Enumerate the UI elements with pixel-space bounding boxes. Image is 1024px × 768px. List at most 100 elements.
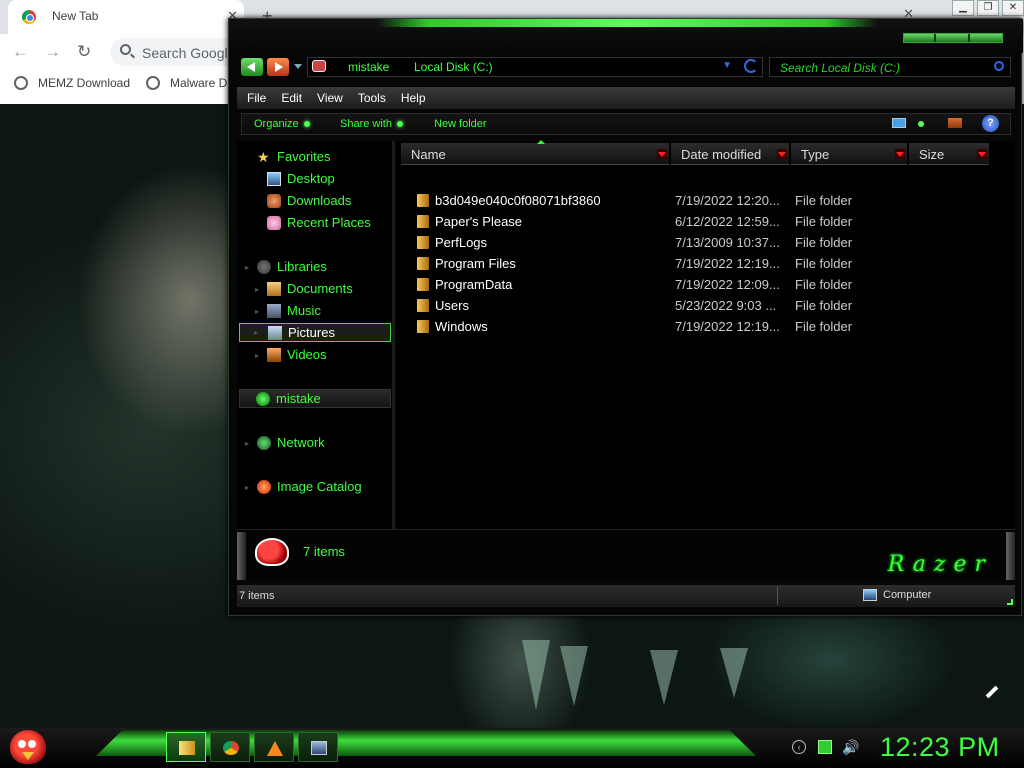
chrome-icon xyxy=(223,741,239,755)
dropdown-dot-icon xyxy=(303,121,310,127)
minimize-button[interactable]: ▁ xyxy=(952,0,974,16)
expand-icon[interactable]: ▸ xyxy=(254,328,258,337)
nav-recent-places[interactable]: Recent Places xyxy=(267,215,371,230)
address-bar[interactable]: mistake Local Disk (C:) ▼ xyxy=(307,57,763,77)
computer-icon xyxy=(863,589,877,601)
view-dropdown-icon[interactable] xyxy=(918,121,924,127)
help-icon[interactable]: ? xyxy=(982,115,999,132)
file-type: File folder xyxy=(795,214,853,229)
column-header-type[interactable]: Type xyxy=(791,143,907,165)
nav-downloads[interactable]: Downloads xyxy=(267,193,351,208)
expand-icon[interactable]: ▸ xyxy=(245,263,249,272)
details-right-border xyxy=(1006,532,1015,580)
close-button[interactable]: ✕ xyxy=(1002,0,1024,16)
status-separator xyxy=(777,587,778,605)
file-type: File folder xyxy=(795,298,853,313)
network-tray-icon[interactable] xyxy=(818,740,832,754)
file-row[interactable]: Program Files 7/19/2022 12:19... File fo… xyxy=(409,254,1009,274)
expand-icon[interactable]: ▸ xyxy=(255,307,259,316)
preview-pane-icon[interactable] xyxy=(948,118,962,128)
taskbar-explorer-button[interactable] xyxy=(166,732,206,762)
file-row[interactable]: ProgramData 7/19/2022 12:09... File fold… xyxy=(409,275,1009,295)
show-hidden-icons-icon[interactable]: ‹ xyxy=(792,740,806,754)
breadcrumb-local-disk[interactable]: Local Disk (C:) xyxy=(414,60,493,74)
titlebar-glow xyxy=(377,19,877,27)
nav-network[interactable]: ▸ Network xyxy=(245,435,325,450)
share-with-button[interactable]: Share with xyxy=(340,118,403,130)
bookmark-label: MEMZ Download xyxy=(38,76,131,90)
expand-icon[interactable]: ▸ xyxy=(255,285,259,294)
file-row[interactable]: Windows 7/19/2022 12:19... File folder xyxy=(409,317,1009,337)
file-row[interactable]: Users 5/23/2022 9:03 ... File folder xyxy=(409,296,1009,316)
bookmark-memz[interactable]: MEMZ Download xyxy=(14,76,130,90)
address-dropdown-icon[interactable]: ▼ xyxy=(722,60,732,71)
omnibox[interactable]: Search Google xyxy=(110,38,240,66)
search-input[interactable]: Search Local Disk (C:) xyxy=(769,57,1011,77)
menu-tools[interactable]: Tools xyxy=(358,91,386,105)
menu-file[interactable]: File xyxy=(247,91,266,105)
browser-tab-new-tab[interactable]: New Tab ✕ xyxy=(8,0,244,34)
status-location: Computer xyxy=(863,589,931,601)
column-header-date[interactable]: Date modified xyxy=(671,143,789,165)
nav-image-catalog[interactable]: ▸ Image Catalog xyxy=(245,479,362,494)
file-type: File folder xyxy=(795,193,853,208)
menu-view[interactable]: View xyxy=(317,91,343,105)
folder-icon xyxy=(417,299,429,312)
taskbar-app-button[interactable] xyxy=(298,732,338,762)
nav-label: Favorites xyxy=(277,149,331,164)
window-control-buttons[interactable] xyxy=(903,33,1003,43)
file-type: File folder xyxy=(795,256,853,271)
column-filter-icon[interactable] xyxy=(777,149,787,159)
menu-edit[interactable]: Edit xyxy=(281,91,302,105)
organize-button[interactable]: Organize xyxy=(254,118,310,130)
menu-help[interactable]: Help xyxy=(401,91,426,105)
file-row[interactable]: PerfLogs 7/13/2009 10:37... File folder xyxy=(409,233,1009,253)
nav-music[interactable]: ▸ Music xyxy=(255,303,321,318)
new-folder-button[interactable]: New folder xyxy=(434,118,487,130)
column-header-name[interactable]: Name xyxy=(401,140,669,165)
forward-button[interactable] xyxy=(267,58,289,76)
bookmark-malware[interactable]: Malware D xyxy=(146,76,227,90)
maximize-button[interactable]: ❐ xyxy=(977,0,999,16)
expand-icon[interactable]: ▸ xyxy=(245,483,249,492)
start-button[interactable] xyxy=(10,730,46,764)
column-filter-icon[interactable] xyxy=(895,149,905,159)
resize-grip[interactable] xyxy=(1007,599,1013,605)
clock[interactable]: 12:23 PM xyxy=(880,732,1000,763)
column-filter-icon[interactable] xyxy=(977,149,987,159)
forward-arrow-icon[interactable]: → xyxy=(44,42,61,62)
image-catalog-icon xyxy=(257,479,271,494)
breadcrumb-mistake[interactable]: mistake xyxy=(348,60,389,74)
back-arrow-icon[interactable]: ← xyxy=(12,42,29,62)
reload-icon[interactable]: ↻ xyxy=(77,42,91,62)
nav-favorites[interactable]: ★ Favorites xyxy=(257,149,330,164)
column-filter-icon[interactable] xyxy=(657,149,667,159)
search-icon[interactable] xyxy=(994,61,1004,71)
expand-icon[interactable]: ▸ xyxy=(245,439,249,448)
volume-icon[interactable]: 🔊 xyxy=(842,740,859,754)
nav-homegroup-mistake[interactable]: mistake xyxy=(239,389,391,408)
recent-pages-dropdown-icon[interactable] xyxy=(294,64,302,69)
taskbar-chrome-button[interactable] xyxy=(210,732,250,762)
nav-documents[interactable]: ▸ Documents xyxy=(255,281,353,296)
file-row[interactable]: b3d049e040c0f08071bf3860 7/19/2022 12:20… xyxy=(409,191,1009,211)
refresh-icon[interactable] xyxy=(744,59,758,73)
music-icon xyxy=(267,303,281,318)
taskbar-vlc-button[interactable] xyxy=(254,732,294,762)
file-date: 7/19/2022 12:20... xyxy=(675,193,780,208)
file-name: ProgramData xyxy=(435,277,513,292)
file-list: Name Date modified Type Size b3d049e040c… xyxy=(397,140,1015,529)
file-row[interactable]: Paper's Please 6/12/2022 12:59... File f… xyxy=(409,212,1009,232)
back-button[interactable] xyxy=(241,58,263,76)
navigation-pane: ★ Favorites Desktop Downloads Recent Pla… xyxy=(237,141,395,529)
nav-desktop[interactable]: Desktop xyxy=(267,171,335,186)
column-header-size[interactable]: Size xyxy=(909,143,989,165)
nav-pictures[interactable]: ▸ Pictures xyxy=(239,323,391,342)
folder-icon xyxy=(417,320,429,333)
nav-libraries[interactable]: ▸ Libraries xyxy=(245,259,327,274)
nav-videos[interactable]: ▸ Videos xyxy=(255,347,327,362)
file-date: 7/19/2022 12:09... xyxy=(675,277,780,292)
change-view-icon[interactable] xyxy=(892,118,906,128)
explorer-titlebar[interactable] xyxy=(229,19,1023,53)
expand-icon[interactable]: ▸ xyxy=(255,351,259,360)
